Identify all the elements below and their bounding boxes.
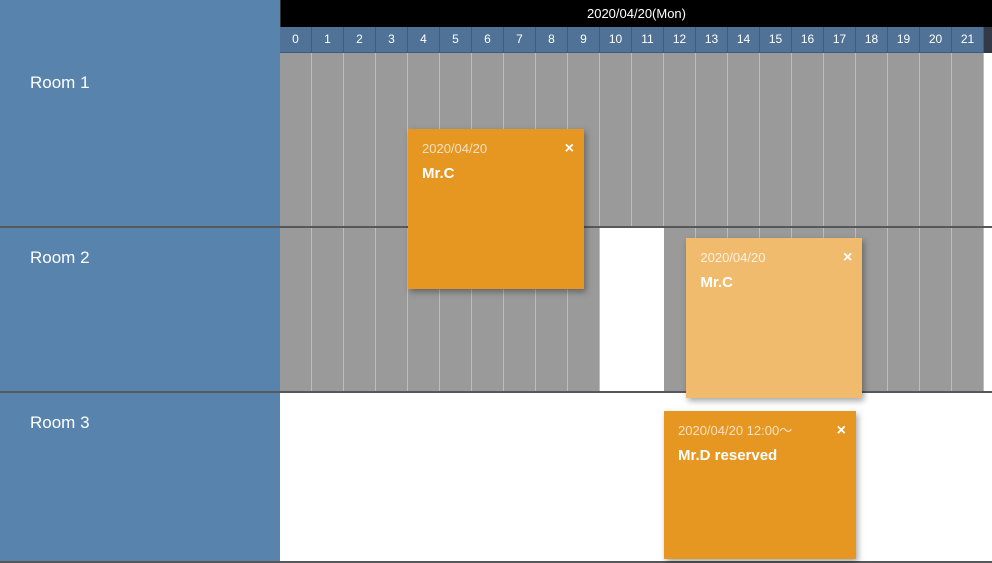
- sidebar-hours-spacer: [0, 27, 280, 54]
- hour-header-9: 9: [568, 27, 600, 54]
- lane-grid[interactable]: [280, 53, 992, 226]
- hour-header-8: 8: [536, 27, 568, 54]
- time-slot[interactable]: [600, 228, 632, 391]
- card-title: Mr.D reserved: [678, 445, 844, 468]
- card-title: Mr.C: [700, 272, 850, 295]
- lane-grid[interactable]: [280, 228, 992, 391]
- reservation-card[interactable]: 2020/04/20 Mr.C×: [408, 129, 584, 289]
- hours-row: 0123456789101112131415161718192021: [0, 27, 992, 54]
- time-slot[interactable]: [664, 53, 696, 226]
- hour-header-18: 18: [856, 27, 888, 54]
- time-slot[interactable]: [312, 393, 344, 561]
- time-slot[interactable]: [312, 228, 344, 391]
- hour-header-13: 13: [696, 27, 728, 54]
- time-slot[interactable]: [344, 393, 376, 561]
- hour-header-7: 7: [504, 27, 536, 54]
- time-slot[interactable]: [568, 393, 600, 561]
- time-slot[interactable]: [728, 53, 760, 226]
- time-slot[interactable]: [760, 53, 792, 226]
- time-slot[interactable]: [856, 393, 888, 561]
- hour-header-21: 21: [952, 27, 984, 54]
- time-slot[interactable]: [408, 393, 440, 561]
- time-slot[interactable]: [696, 53, 728, 226]
- sidebar-header-spacer: [0, 0, 280, 27]
- hour-header-19: 19: [888, 27, 920, 54]
- time-slot[interactable]: [952, 228, 984, 391]
- room-label: Room 2: [0, 228, 280, 391]
- time-slot[interactable]: [472, 393, 504, 561]
- card-date: 2020/04/20: [422, 139, 572, 159]
- hour-header-16: 16: [792, 27, 824, 54]
- time-slot[interactable]: [888, 53, 920, 226]
- time-slot[interactable]: [312, 53, 344, 226]
- hour-header-0: 0: [280, 27, 312, 54]
- time-slot[interactable]: [600, 53, 632, 226]
- lane-grid[interactable]: [280, 393, 992, 561]
- card-date: 2020/04/20 12:00～: [678, 421, 844, 441]
- time-slot[interactable]: [632, 393, 664, 561]
- hour-header-3: 3: [376, 27, 408, 54]
- hours-area: 0123456789101112131415161718192021: [280, 27, 992, 54]
- reservation-card[interactable]: 2020/04/20 12:00～ Mr.D reserved×: [664, 411, 856, 559]
- time-slot[interactable]: [792, 53, 824, 226]
- room-label: Room 1: [0, 53, 280, 226]
- close-icon[interactable]: ×: [837, 419, 846, 443]
- scheduler-root: 2020/04/20(Mon) 012345678910111213141516…: [0, 0, 992, 563]
- hour-header-5: 5: [440, 27, 472, 54]
- time-slot[interactable]: [344, 53, 376, 226]
- scheduler-body: Room 1Room 2Room 32020/04/20Mr.C×2020/04…: [0, 53, 992, 563]
- time-slot[interactable]: [888, 228, 920, 391]
- time-slot[interactable]: [344, 228, 376, 391]
- time-slot[interactable]: [376, 53, 408, 226]
- time-slot[interactable]: [632, 53, 664, 226]
- time-slot[interactable]: [536, 393, 568, 561]
- hour-header-12: 12: [664, 27, 696, 54]
- hour-header-6: 6: [472, 27, 504, 54]
- time-slot[interactable]: [280, 53, 312, 226]
- hour-header-11: 11: [632, 27, 664, 54]
- hour-header-15: 15: [760, 27, 792, 54]
- time-slot[interactable]: [376, 228, 408, 391]
- time-slot[interactable]: [888, 393, 920, 561]
- time-slot[interactable]: [440, 393, 472, 561]
- time-slot[interactable]: [856, 53, 888, 226]
- time-slot[interactable]: [952, 393, 984, 561]
- hour-header-2: 2: [344, 27, 376, 54]
- time-slot[interactable]: [632, 228, 664, 391]
- hour-header-17: 17: [824, 27, 856, 54]
- time-slot[interactable]: [920, 228, 952, 391]
- hour-header-10: 10: [600, 27, 632, 54]
- hour-header-14: 14: [728, 27, 760, 54]
- reservation-card[interactable]: 2020/04/20 Mr.C×: [686, 238, 862, 398]
- time-slot[interactable]: [824, 53, 856, 226]
- time-slot[interactable]: [504, 393, 536, 561]
- time-slot[interactable]: [376, 393, 408, 561]
- card-title: Mr.C: [422, 163, 572, 186]
- hour-header-1: 1: [312, 27, 344, 54]
- hour-header-20: 20: [920, 27, 952, 54]
- close-icon[interactable]: ×: [565, 137, 574, 161]
- room-label: Room 3: [0, 393, 280, 561]
- date-header: 2020/04/20(Mon): [280, 0, 992, 27]
- card-date: 2020/04/20: [700, 248, 850, 268]
- time-slot[interactable]: [600, 393, 632, 561]
- hour-header-4: 4: [408, 27, 440, 54]
- time-slot[interactable]: [952, 53, 984, 226]
- header-row: 2020/04/20(Mon): [0, 0, 992, 27]
- time-slot[interactable]: [920, 53, 952, 226]
- time-slot[interactable]: [280, 228, 312, 391]
- time-slot[interactable]: [280, 393, 312, 561]
- time-slot[interactable]: [920, 393, 952, 561]
- close-icon[interactable]: ×: [843, 246, 852, 270]
